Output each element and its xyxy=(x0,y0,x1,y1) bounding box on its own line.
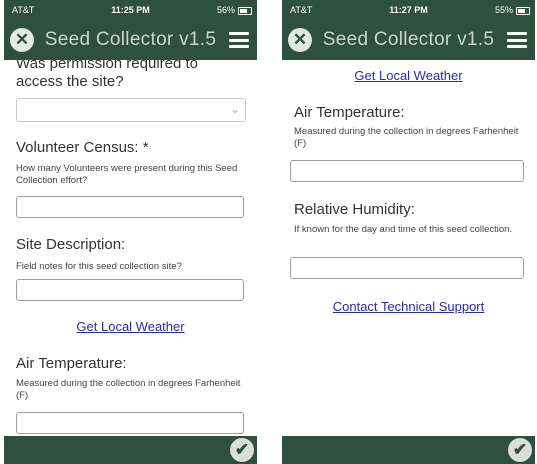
status-bar: AT&T 11:27 PM 55% xyxy=(282,0,535,21)
battery-icon xyxy=(516,7,530,15)
menu-icon[interactable] xyxy=(507,32,527,48)
checkmark-icon: ✔ xyxy=(234,440,250,459)
air-temperature-help: Measured during the collection in degree… xyxy=(16,378,241,401)
status-bar: AT&T 11:25 PM 56% xyxy=(4,0,257,21)
form-content: Was permission required to access the si… xyxy=(4,60,257,436)
form-content: Get Local Weather Air Temperature: Measu… xyxy=(282,60,535,436)
contact-support-link[interactable]: Contact Technical Support xyxy=(282,299,535,314)
get-local-weather-link[interactable]: Get Local Weather xyxy=(4,319,257,334)
site-description-input[interactable] xyxy=(16,279,244,301)
submit-button[interactable]: ✔ xyxy=(230,438,254,462)
air-temperature-input[interactable] xyxy=(16,412,244,434)
phone-screen-left: AT&T 11:25 PM 56% ✕ Seed Collector v1.5 … xyxy=(4,0,257,464)
footer-bar: ✔ xyxy=(4,436,257,464)
relative-humidity-input[interactable] xyxy=(290,257,524,279)
site-description-label: Site Description: xyxy=(16,236,126,253)
battery-icon xyxy=(238,7,252,15)
get-local-weather-link[interactable]: Get Local Weather xyxy=(282,68,535,83)
air-temperature-label: Air Temperature: xyxy=(294,104,405,121)
battery-percent: 55% xyxy=(494,5,513,15)
relative-humidity-help: If known for the day and time of this se… xyxy=(294,224,513,235)
app-title: Seed Collector v1.5 xyxy=(322,29,495,50)
chevron-down-icon: ⌄ xyxy=(229,102,240,116)
permission-select[interactable]: ⌄ xyxy=(16,98,246,122)
submit-button[interactable]: ✔ xyxy=(508,438,532,462)
air-temperature-label: Air Temperature: xyxy=(16,355,127,372)
relative-humidity-label: Relative Humidity: xyxy=(294,201,415,218)
app-title: Seed Collector v1.5 xyxy=(44,29,217,50)
volunteer-label: Volunteer Census: * xyxy=(16,139,149,156)
volunteer-help: How many Volunteers were present during … xyxy=(16,163,238,186)
checkmark-icon: ✔ xyxy=(512,440,528,459)
phone-screen-right: AT&T 11:27 PM 55% ✕ Seed Collector v1.5 … xyxy=(282,0,535,464)
app-header: ✕ Seed Collector v1.5 xyxy=(4,21,257,60)
app-header: ✕ Seed Collector v1.5 xyxy=(282,21,535,60)
air-temperature-help: Measured during the collection in degree… xyxy=(294,126,519,149)
air-temperature-input[interactable] xyxy=(290,160,524,182)
footer-bar: ✔ xyxy=(282,436,535,464)
site-description-help: Field notes for this seed collection sit… xyxy=(16,261,182,272)
menu-icon[interactable] xyxy=(229,32,249,48)
permission-label: Was permission required to access the si… xyxy=(16,60,199,90)
battery-percent: 56% xyxy=(216,5,235,15)
volunteer-input[interactable] xyxy=(16,196,244,218)
